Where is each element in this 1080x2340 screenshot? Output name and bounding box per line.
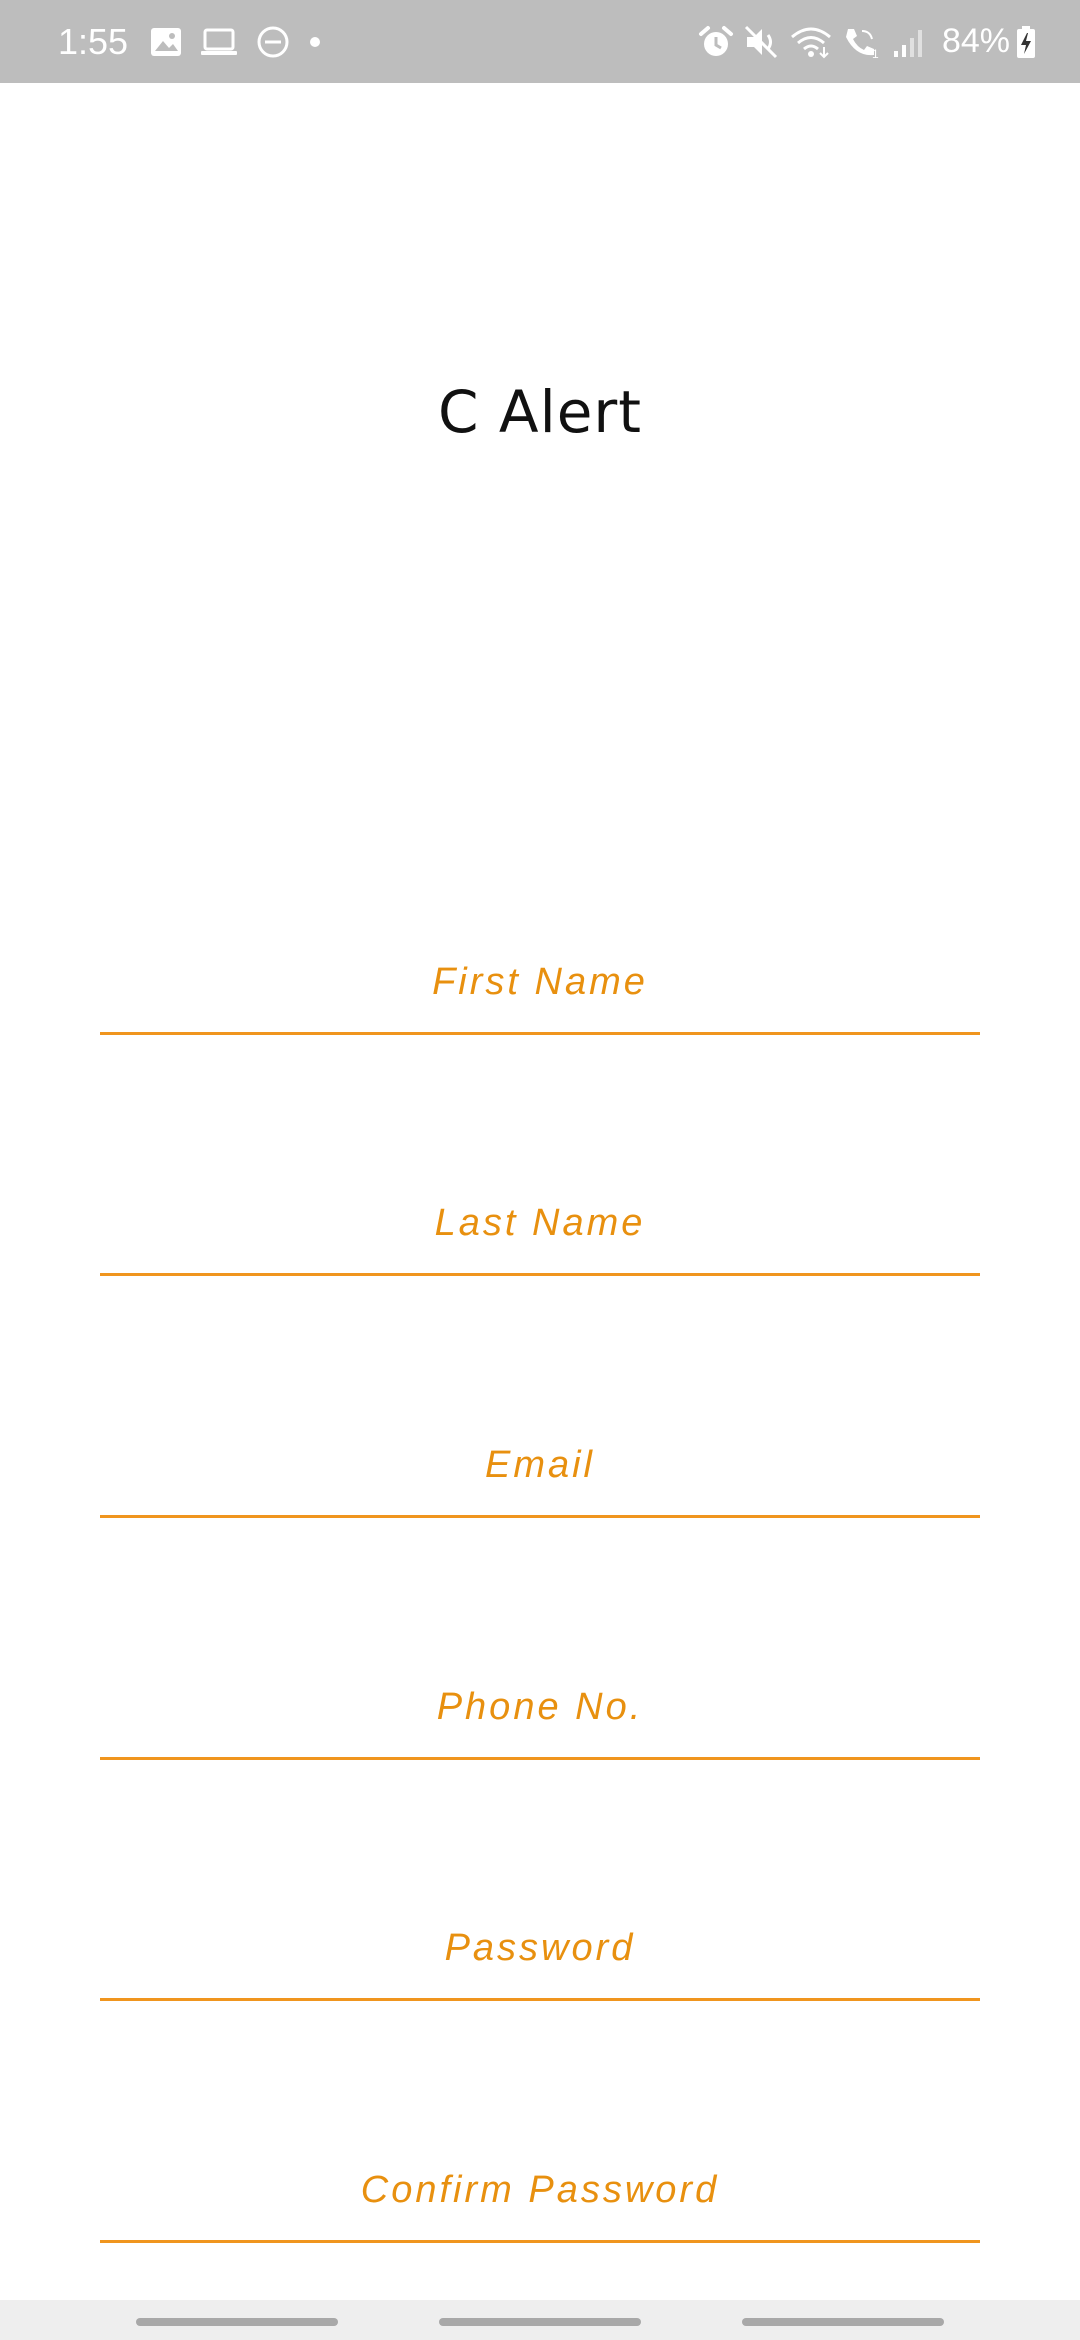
recents-button[interactable] [136,2318,338,2326]
confirm-password-input[interactable] [100,2160,980,2220]
email-field[interactable] [100,1408,980,1518]
battery-charging-icon [1016,25,1036,59]
wifi-icon [790,25,832,59]
status-time: 1:55 [58,20,129,62]
do-not-disturb-icon [256,25,290,59]
confirm-password-field[interactable] [100,2133,980,2243]
navigation-bar [0,2300,1080,2340]
first-name-input[interactable] [100,952,980,1012]
wifi-calling-icon: 1 [842,25,882,59]
last-name-input[interactable] [100,1193,980,1253]
status-bar-right: 1 84% [698,0,1046,83]
password-field[interactable] [100,1891,980,2001]
status-bar: 1:55 1 84% [0,0,1080,83]
home-button[interactable] [439,2318,641,2326]
email-input[interactable] [100,1435,980,1495]
app-title: C Alert [438,378,642,446]
battery-percent: 84% [941,22,1010,60]
password-input[interactable] [100,1918,980,1978]
phone-field[interactable] [100,1650,980,1760]
phone-input[interactable] [100,1677,980,1737]
signal-icon [892,25,924,59]
first-name-field[interactable] [100,925,980,1035]
dot-icon [308,35,322,49]
alarm-icon [698,25,734,59]
screen: 1:55 1 84% C Alert First Name Last Name … [0,0,1080,2340]
mute-icon [744,25,780,59]
status-bar-left: 1:55 [58,0,340,83]
svg-text:1: 1 [872,47,879,59]
last-name-field[interactable] [100,1166,980,1276]
back-button[interactable] [742,2318,944,2326]
laptop-icon [200,27,238,57]
image-icon [150,27,182,57]
